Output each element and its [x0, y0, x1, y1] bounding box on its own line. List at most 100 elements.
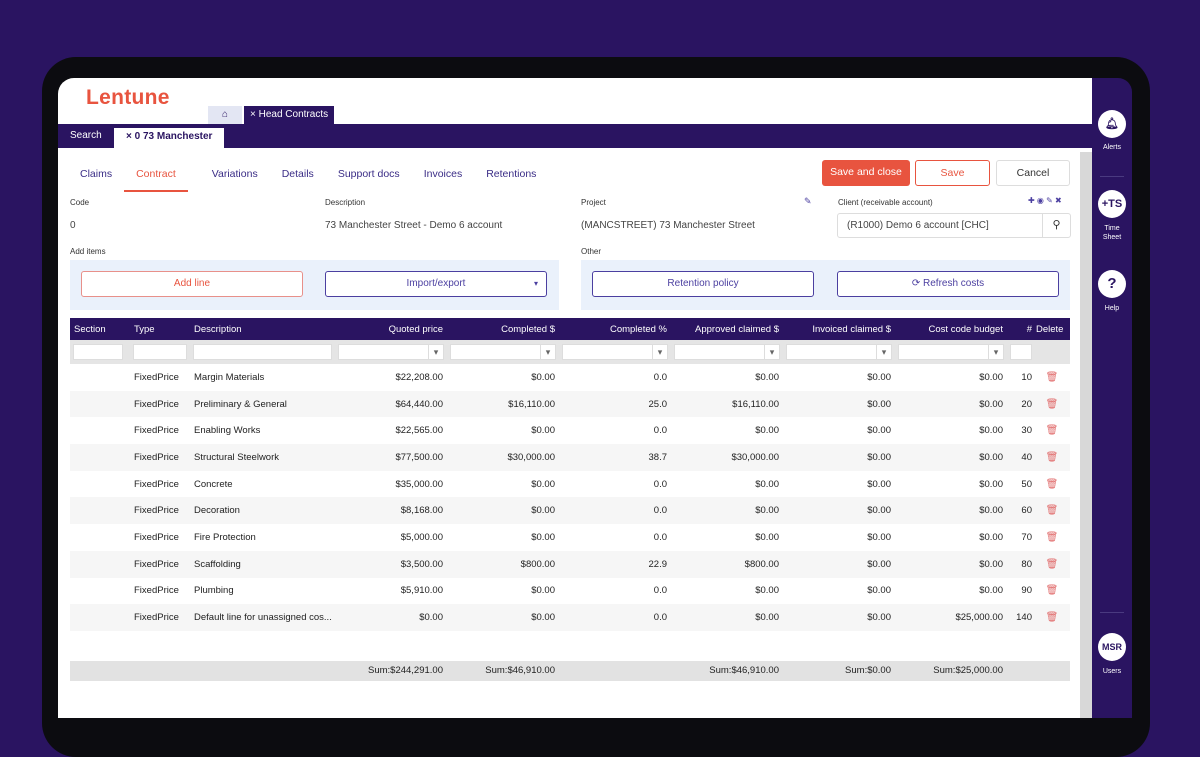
column-header[interactable]: Cost code budget	[895, 318, 1007, 340]
client-input[interactable]: (R1000) Demo 6 account [CHC] ⚲	[837, 213, 1071, 238]
filter-cell	[1007, 340, 1034, 364]
table-cell	[70, 524, 130, 551]
column-filter-input[interactable]	[674, 344, 780, 360]
filter-cell	[671, 340, 783, 364]
help-icon[interactable]: ?	[1098, 270, 1126, 298]
contract-lines-table: Section Type Description Quoted price Comple…	[70, 318, 1070, 681]
table-cell: $77,500.00	[335, 444, 447, 471]
table-row[interactable]: FixedPrice Plumbing $5,910.00 $0.00 0.0 $0.00…	[70, 578, 1070, 605]
trash-icon[interactable]: 🗑︎	[1034, 604, 1070, 631]
table-row[interactable]: FixedPrice Margin Materials $22,208.00 $0.0…	[70, 364, 1070, 391]
column-filter-input[interactable]	[450, 344, 556, 360]
table-row[interactable]: FixedPrice Concrete $35,000.00 $0.00 0.0 $0.0…	[70, 471, 1070, 498]
tab-details[interactable]: Details	[282, 168, 314, 192]
search-icon[interactable]: ⚲	[1042, 214, 1070, 237]
column-filter-input[interactable]	[133, 344, 187, 360]
table-row[interactable]: FixedPrice Enabling Works $22,565.00 $0.00 0…	[70, 417, 1070, 444]
table-cell: $5,910.00	[400, 585, 443, 597]
table-cell: 140	[1007, 604, 1034, 631]
trash-icon[interactable]: 🗑︎	[1034, 444, 1070, 471]
tab-search[interactable]: Search	[70, 130, 102, 141]
tab-contract[interactable]: Contract	[124, 168, 188, 192]
column-header[interactable]: Completed %	[559, 318, 671, 340]
column-header[interactable]: Description	[190, 318, 335, 340]
import-export-button[interactable]: Import/export ▾	[325, 271, 547, 297]
table-cell: 30	[1021, 425, 1032, 437]
tab-retentions[interactable]: Retentions	[486, 168, 536, 192]
table-cell: $22,565.00	[395, 425, 443, 437]
tab-head-contracts[interactable]: × Head Contracts	[244, 106, 335, 124]
table-row[interactable]: FixedPrice Default line for unassigned co…	[70, 604, 1070, 631]
save-and-close-button[interactable]: Save and close	[822, 160, 910, 186]
column-header[interactable]: Quoted price	[335, 318, 447, 340]
edit-project-icon[interactable]: ✎	[804, 196, 812, 207]
user-avatar[interactable]: MSR	[1098, 633, 1126, 661]
retention-policy-button[interactable]: Retention policy	[592, 271, 814, 297]
column-header[interactable]: Type	[130, 318, 190, 340]
column-filter-input[interactable]	[786, 344, 892, 360]
table-cell: $0.00	[783, 390, 895, 418]
table-cell	[70, 471, 130, 498]
client-actions-icons[interactable]: ✚ ◉ ✎ ✖	[1028, 196, 1062, 205]
column-filter-input[interactable]	[1010, 344, 1032, 360]
trash-icon[interactable]: 🗑︎	[1034, 417, 1070, 444]
column-header[interactable]: Approved claimed $	[671, 318, 783, 340]
table-cell: 20	[1007, 390, 1034, 418]
tab-record[interactable]: × 0 73 Manchester	[114, 128, 225, 148]
table-cell: 0.0	[559, 497, 671, 525]
trash-icon[interactable]: 🗑︎	[1034, 578, 1070, 605]
tab-claims[interactable]: Claims	[80, 168, 112, 192]
table-cell: $0.00	[335, 604, 447, 631]
trash-icon[interactable]: 🗑︎	[1034, 364, 1070, 391]
save-button[interactable]: Save	[915, 160, 990, 186]
sub-tab-bar: Search × 0 73 Manchester	[58, 124, 1092, 148]
users-label: Users	[1102, 668, 1122, 675]
table-row[interactable]: FixedPrice Preliminary & General $64,440.0…	[70, 390, 1070, 418]
tab-variations[interactable]: Variations	[212, 168, 258, 192]
sum-cell	[70, 660, 130, 681]
column-header[interactable]: #	[1007, 318, 1034, 340]
timesheet-icon[interactable]: +TS	[1098, 190, 1126, 218]
column-filter-input[interactable]	[338, 344, 444, 360]
divider	[1100, 612, 1124, 613]
trash-icon[interactable]: 🗑︎	[1034, 550, 1070, 578]
refresh-costs-button[interactable]: ⟳ Refresh costs	[837, 271, 1059, 297]
table-row[interactable]: FixedPrice Fire Protection $5,000.00 $0.00 0…	[70, 524, 1070, 551]
description-value: 73 Manchester Street - Demo 6 account	[325, 220, 503, 231]
table-cell: 50	[1021, 478, 1032, 490]
column-header[interactable]: Delete	[1034, 318, 1070, 340]
table-row[interactable]: FixedPrice Scaffolding $3,500.00 $800.00 22.…	[70, 550, 1070, 578]
column-header[interactable]: Completed $	[447, 318, 559, 340]
table-cell: $0.00	[447, 604, 559, 631]
table-cell: $0.00	[979, 478, 1003, 490]
scrollbar[interactable]	[1080, 152, 1092, 718]
cancel-button[interactable]: Cancel	[996, 160, 1070, 186]
trash-icon[interactable]: 🗑︎	[1034, 471, 1070, 498]
table-cell: $0.00	[895, 390, 1007, 418]
trash-icon[interactable]: 🗑︎	[1034, 497, 1070, 525]
column-filter-input[interactable]	[898, 344, 1004, 360]
table-row[interactable]: FixedPrice Structural Steelwork $77,500.00…	[70, 444, 1070, 471]
table-cell: 0.0	[653, 478, 667, 490]
column-filter-input[interactable]	[73, 344, 123, 360]
table-row[interactable]: FixedPrice Decoration $8,168.00 $0.00 0.0 $0.…	[70, 497, 1070, 525]
table-cell: FixedPrice	[130, 497, 190, 525]
column-header[interactable]: Section	[70, 318, 130, 340]
table-cell: FixedPrice	[134, 585, 179, 597]
table-cell: $0.00	[979, 371, 1003, 383]
column-header[interactable]: Invoiced claimed $	[783, 318, 895, 340]
column-filter-input[interactable]	[562, 344, 668, 360]
bell-icon[interactable]: 🔔︎	[1098, 110, 1126, 138]
filter-cell	[70, 340, 130, 364]
table-cell: Concrete	[194, 478, 233, 490]
trash-icon[interactable]: 🗑︎	[1034, 390, 1070, 418]
table-cell: $0.00	[531, 531, 555, 543]
tab-invoices[interactable]: Invoices	[424, 168, 463, 192]
home-icon: ⌂	[221, 109, 229, 120]
table-cell: $0.00	[671, 497, 783, 525]
tab-support-docs[interactable]: Support docs	[338, 168, 400, 192]
column-filter-input[interactable]	[193, 344, 332, 360]
home-tab[interactable]: ⌂	[208, 106, 242, 124]
add-line-button[interactable]: Add line	[81, 271, 303, 297]
trash-icon[interactable]: 🗑︎	[1034, 524, 1070, 551]
